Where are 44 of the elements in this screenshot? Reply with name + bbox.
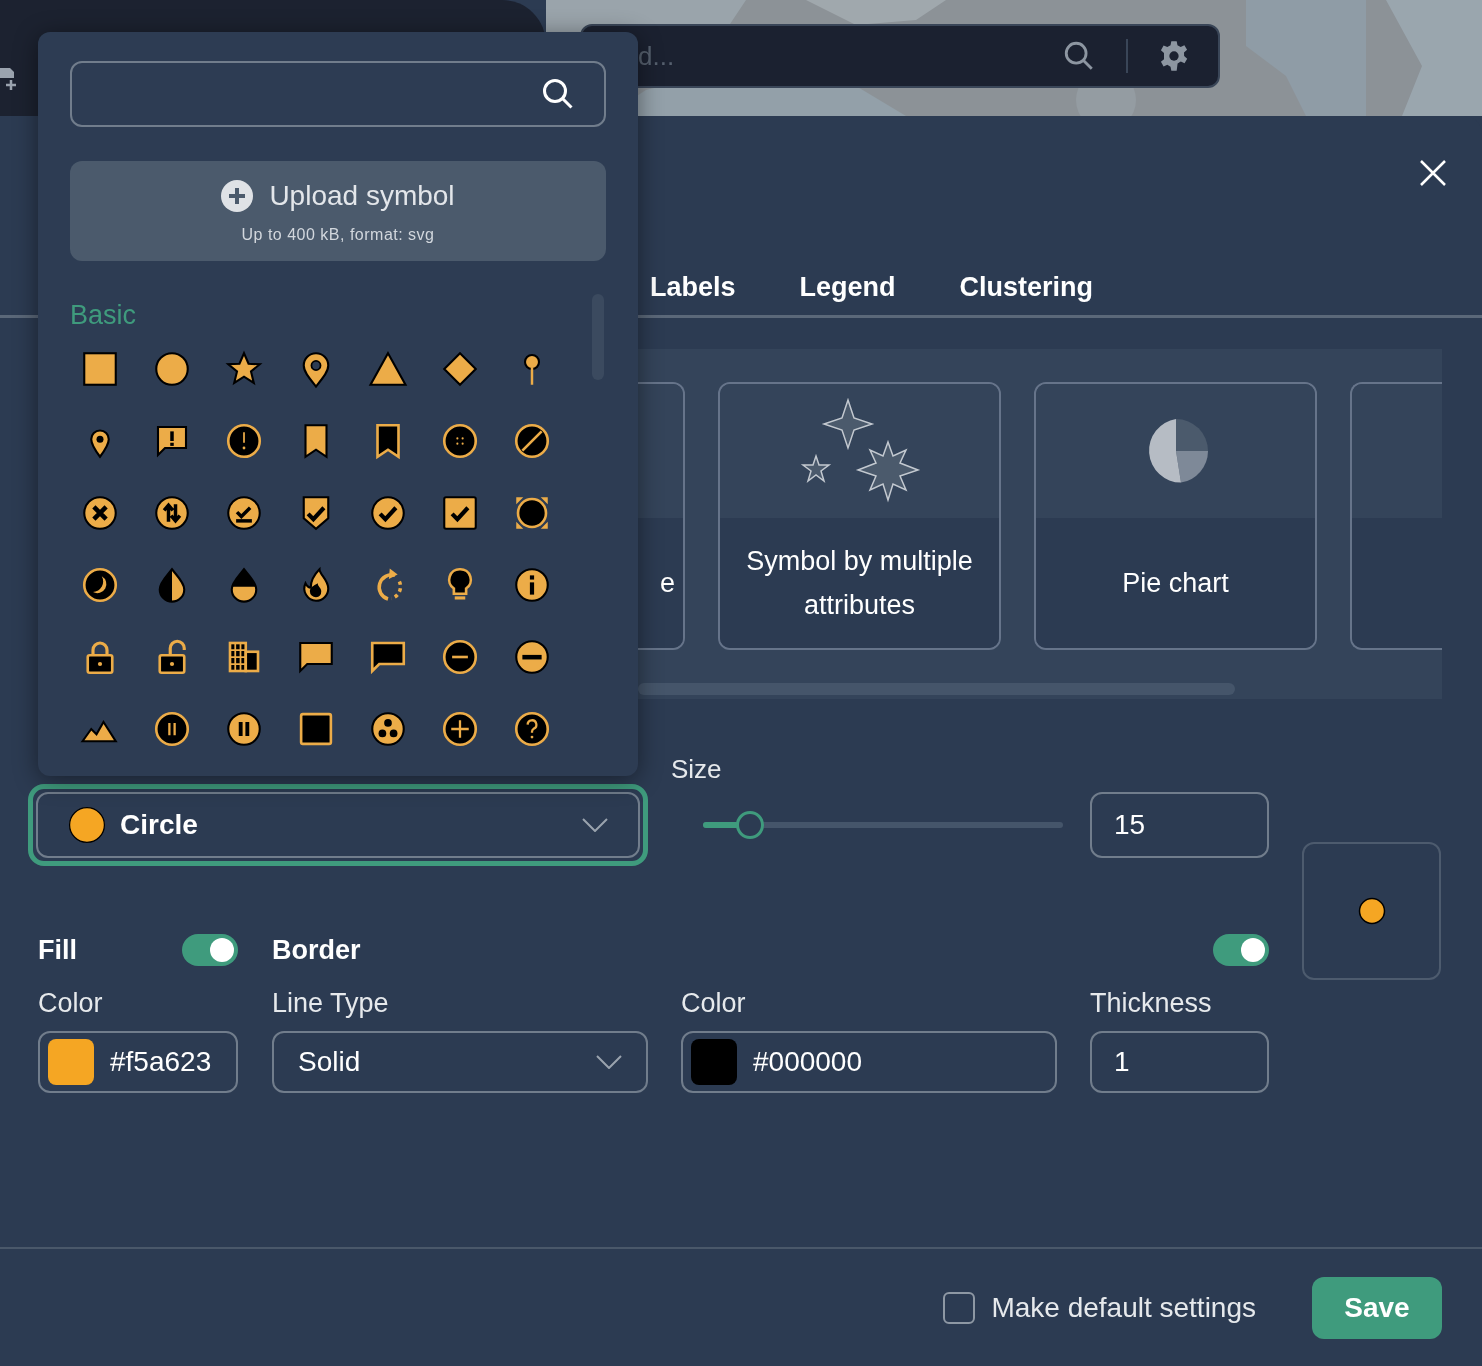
- card-label: e: [658, 567, 676, 600]
- color-input[interactable]: #000000: [681, 1031, 1057, 1093]
- checkbox-label: Make default settings: [991, 1290, 1256, 1325]
- scrollbar[interactable]: [638, 683, 1235, 695]
- search-icon[interactable]: [1062, 39, 1096, 73]
- style-card[interactable]: Pie chart: [1034, 382, 1317, 650]
- plus-circle-icon: [221, 180, 254, 212]
- symbol-select[interactable]: Circle: [36, 792, 640, 858]
- chevron-down-icon: [596, 1055, 622, 1069]
- upload-symbol-button[interactable]: Upload symbol Up to 400 kB, format: svg: [70, 161, 606, 261]
- field-label: Color: [38, 986, 104, 1020]
- style-card[interactable]: e: [638, 382, 685, 650]
- color-input[interactable]: #f5a623: [38, 1031, 238, 1093]
- toggle-switch[interactable]: [182, 934, 238, 967]
- circle-icon: [1357, 897, 1386, 925]
- size-slider[interactable]: [703, 811, 1063, 839]
- color-swatch[interactable]: [691, 1039, 737, 1085]
- border-heading: Border: [272, 934, 361, 967]
- toggle-switch[interactable]: [1213, 934, 1269, 967]
- checkbox[interactable]: [943, 1291, 976, 1324]
- symbol-search-field[interactable]: [70, 61, 606, 127]
- close-icon[interactable]: [1420, 160, 1446, 186]
- circle-icon: [68, 806, 106, 844]
- card-label: Pie chart: [1121, 567, 1230, 600]
- line-type-select[interactable]: Solid: [272, 1031, 648, 1093]
- style-card[interactable]: [1350, 382, 1442, 650]
- style-card[interactable]: Symbol by multiple attributes: [718, 382, 1001, 650]
- tab[interactable]: Labels: [650, 260, 736, 318]
- category-heading: Basic: [70, 299, 138, 331]
- size-label: Size: [671, 753, 723, 785]
- add-layer-icon[interactable]: [0, 66, 18, 92]
- field-label: Thickness: [1090, 986, 1213, 1020]
- size-input[interactable]: 15: [1090, 792, 1269, 858]
- fill-heading: Fill: [38, 934, 77, 967]
- settings-icon[interactable]: [1158, 40, 1190, 72]
- search-placeholder: d...: [638, 39, 676, 73]
- field-label: Line Type: [272, 986, 390, 1020]
- chevron-down-icon: [582, 818, 608, 832]
- color-swatch[interactable]: [48, 1039, 94, 1085]
- field-label: Color: [681, 986, 747, 1020]
- card-label: Symbol by multiple attributes: [745, 545, 974, 622]
- tab[interactable]: Legend: [799, 260, 896, 318]
- tab[interactable]: Clustering: [959, 260, 1094, 318]
- thickness-input[interactable]: 1: [1090, 1031, 1269, 1093]
